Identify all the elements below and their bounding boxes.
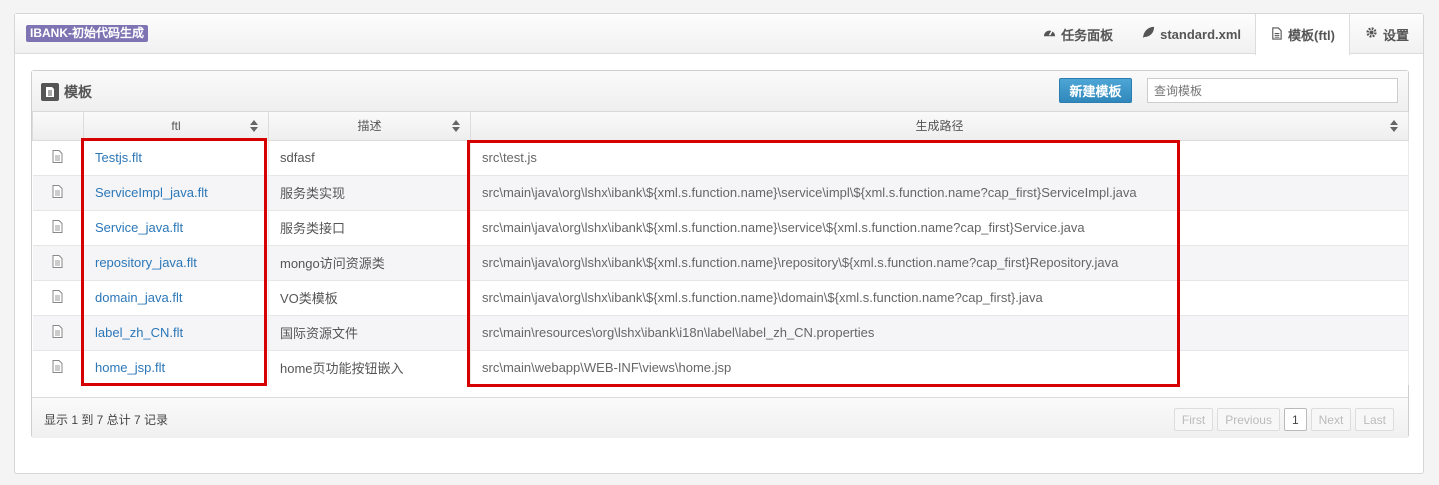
- file-icon: [52, 254, 63, 271]
- ftl-link[interactable]: domain_java.flt: [95, 290, 182, 305]
- leaf-icon: [1142, 26, 1155, 42]
- row-icon-cell: [32, 209, 84, 245]
- row-icon-cell: [32, 349, 84, 385]
- tab-settings[interactable]: 设置: [1350, 14, 1423, 54]
- output-path-cell: src\main\resources\org\lshx\ibank\i18n\l…: [470, 314, 1409, 350]
- ftl-cell[interactable]: Service_java.flt: [83, 209, 269, 245]
- file-icon: [52, 324, 63, 341]
- output-path-cell: src\main\java\org\lshx\ibank\${xml.s.fun…: [470, 174, 1409, 210]
- tab-standard-xml[interactable]: standard.xml: [1127, 14, 1255, 54]
- app-window: IBANK-初始代码生成 任务面板 standard.xml 模板(ftl) 设…: [14, 13, 1424, 474]
- file-icon: [52, 359, 63, 376]
- row-icon-cell: [32, 244, 84, 280]
- template-panel: 模板 新建模板 ftl 描述 生成路径 Testjs.fltsdfasfsrc\…: [31, 70, 1409, 438]
- table-row[interactable]: home_jsp.flt home页功能按钮嵌入 src\main\webapp\W…: [32, 349, 1409, 385]
- ftl-cell[interactable]: label_zh_CN.flt: [83, 314, 269, 350]
- ftl-link[interactable]: ServiceImpl_java.flt: [95, 185, 208, 200]
- description-cell: home页功能按钮嵌入: [268, 349, 471, 385]
- description-cell: sdfasf: [268, 139, 471, 175]
- ftl-cell[interactable]: Testjs.flt: [83, 139, 269, 175]
- panel-header: 模板 新建模板: [32, 71, 1408, 112]
- template-table: ftl 描述 生成路径 Testjs.flt sdfasf src\test.js S…: [32, 112, 1409, 385]
- first-page-button[interactable]: First: [1173, 408, 1214, 431]
- row-icon-cell: [32, 314, 84, 350]
- table-header-row: ftl 描述 生成路径: [32, 112, 1409, 141]
- next-page-button[interactable]: Next: [1310, 408, 1352, 431]
- ftl-cell[interactable]: domain_java.flt: [83, 279, 269, 315]
- record-info: 显示 1 到 7 总计 7 记录: [44, 413, 169, 427]
- top-bar: IBANK-初始代码生成 任务面板 standard.xml 模板(ftl) 设…: [15, 14, 1423, 55]
- output-path-cell: src\main\java\org\lshx\ibank\${xml.s.fun…: [470, 279, 1409, 315]
- header-ftl[interactable]: ftl: [83, 112, 269, 141]
- header-description[interactable]: 描述: [268, 112, 471, 141]
- description-cell: mongo访问资源类: [268, 244, 471, 280]
- file-icon: [52, 219, 63, 236]
- ftl-link[interactable]: home_jsp.flt: [95, 360, 165, 375]
- previous-page-button[interactable]: Previous: [1217, 408, 1280, 431]
- ftl-link[interactable]: Service_java.flt: [95, 220, 183, 235]
- tab-task-panel[interactable]: 任务面板: [1028, 14, 1127, 54]
- row-icon-cell: [32, 139, 84, 175]
- description-cell: 国际资源文件: [268, 314, 471, 350]
- header-output-path[interactable]: 生成路径: [470, 112, 1409, 141]
- table-row[interactable]: Testjs.flt sdfasf src\test.js: [32, 139, 1409, 175]
- row-icon-cell: [32, 174, 84, 210]
- file-icon: [52, 289, 63, 306]
- description-cell: 服务类接口: [268, 209, 471, 245]
- file-icon: [52, 184, 63, 201]
- sort-icon: [1390, 120, 1398, 132]
- search-input[interactable]: [1147, 78, 1398, 103]
- table-row[interactable]: Service_java.flt 服务类接口 src\main\java\org\l…: [32, 209, 1409, 245]
- output-path-cell: src\main\java\org\lshx\ibank\${xml.s.fun…: [470, 244, 1409, 280]
- output-path-cell: src\main\webapp\WEB-INF\views\home.jsp: [470, 349, 1409, 385]
- ftl-link[interactable]: Testjs.flt: [95, 150, 142, 165]
- new-template-button[interactable]: 新建模板: [1059, 78, 1132, 103]
- row-icon-cell: [32, 279, 84, 315]
- table-row[interactable]: label_zh_CN.flt 国际资源文件 src\main\resources\…: [32, 314, 1409, 350]
- page-1-button[interactable]: 1: [1283, 408, 1307, 431]
- ftl-link[interactable]: label_zh_CN.flt: [95, 325, 183, 340]
- gear-icon: [1365, 26, 1378, 42]
- header-icon-col: [32, 112, 84, 141]
- output-path-cell: src\main\java\org\lshx\ibank\${xml.s.fun…: [470, 209, 1409, 245]
- ftl-link[interactable]: repository_java.flt: [95, 255, 197, 270]
- ftl-cell[interactable]: home_jsp.flt: [83, 349, 269, 385]
- brand-label: IBANK-初始代码生成: [26, 25, 148, 42]
- sort-icon: [250, 120, 258, 132]
- description-cell: VO类模板: [268, 279, 471, 315]
- dashboard-icon: [1043, 26, 1056, 42]
- last-page-button[interactable]: Last: [1355, 408, 1394, 431]
- table-row[interactable]: repository_java.flt mongo访问资源类 src\main\ja…: [32, 244, 1409, 280]
- pagination: First Previous 1 Next Last: [1173, 408, 1394, 431]
- file-icon: [52, 149, 63, 166]
- table-row[interactable]: domain_java.flt VO类模板 src\main\java\org\ls…: [32, 279, 1409, 315]
- panel-title: 模板: [41, 82, 92, 102]
- nav-tabs: 任务面板 standard.xml 模板(ftl) 设置: [1028, 14, 1423, 55]
- description-cell: 服务类实现: [268, 174, 471, 210]
- output-path-cell: src\test.js: [470, 139, 1409, 175]
- document-icon: [41, 83, 59, 101]
- tab-template-ftl[interactable]: 模板(ftl): [1255, 14, 1350, 55]
- table-footer: 显示 1 到 7 总计 7 记录 First Previous 1 Next L…: [32, 397, 1408, 438]
- file-icon: [1270, 26, 1283, 43]
- table-row[interactable]: ServiceImpl_java.flt 服务类实现 src\main\java\o…: [32, 174, 1409, 210]
- sort-icon: [452, 120, 460, 132]
- ftl-cell[interactable]: ServiceImpl_java.flt: [83, 174, 269, 210]
- ftl-cell[interactable]: repository_java.flt: [83, 244, 269, 280]
